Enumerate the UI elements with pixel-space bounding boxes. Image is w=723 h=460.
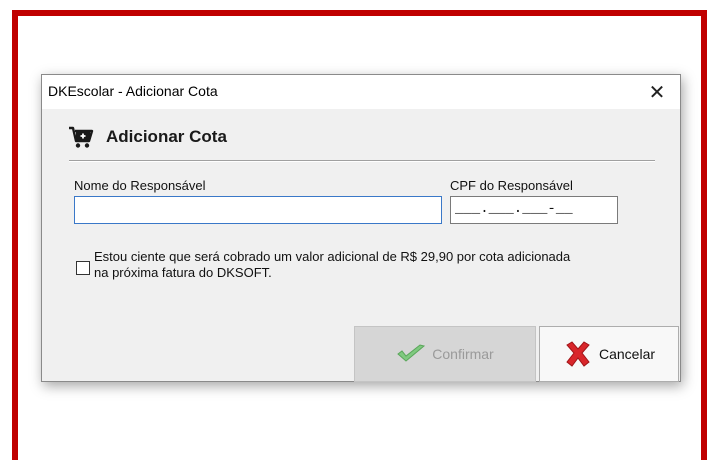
cpf-responsavel-label: CPF do Responsável [450,178,573,193]
confirm-button[interactable]: Confirmar [354,326,536,382]
add-cota-dialog: DKEscolar - Adicionar Cota ✕ Adicionar C… [41,74,681,382]
terms-checkbox[interactable] [76,261,90,275]
header-title: Adicionar Cota [106,127,227,146]
header-divider [69,160,655,162]
cart-add-icon [69,126,94,148]
close-icon: ✕ [648,81,666,104]
cancel-label: Cancelar [598,346,656,362]
cancel-button[interactable]: Cancelar [539,326,679,382]
dialog-header: Adicionar Cota [68,125,227,149]
terms-text-line2: na próxima fatura do DKSOFT. [94,265,272,280]
nome-responsavel-label: Nome do Responsável [74,178,206,193]
confirm-label: Confirmar [432,346,494,362]
terms-text-line1: Estou ciente que será cobrado um valor a… [94,249,571,264]
dialog-titlebar: DKEscolar - Adicionar Cota ✕ [42,75,680,109]
red-x-icon [566,341,590,367]
nome-responsavel-input[interactable] [74,196,442,224]
cpf-responsavel-input[interactable]: ___.___.___-__ [450,196,618,224]
close-button[interactable]: ✕ [634,75,680,109]
dialog-title: DKEscolar - Adicionar Cota [48,83,218,99]
checkmark-icon [397,344,426,362]
terms-text: Estou ciente que será cobrado um valor a… [94,249,664,281]
